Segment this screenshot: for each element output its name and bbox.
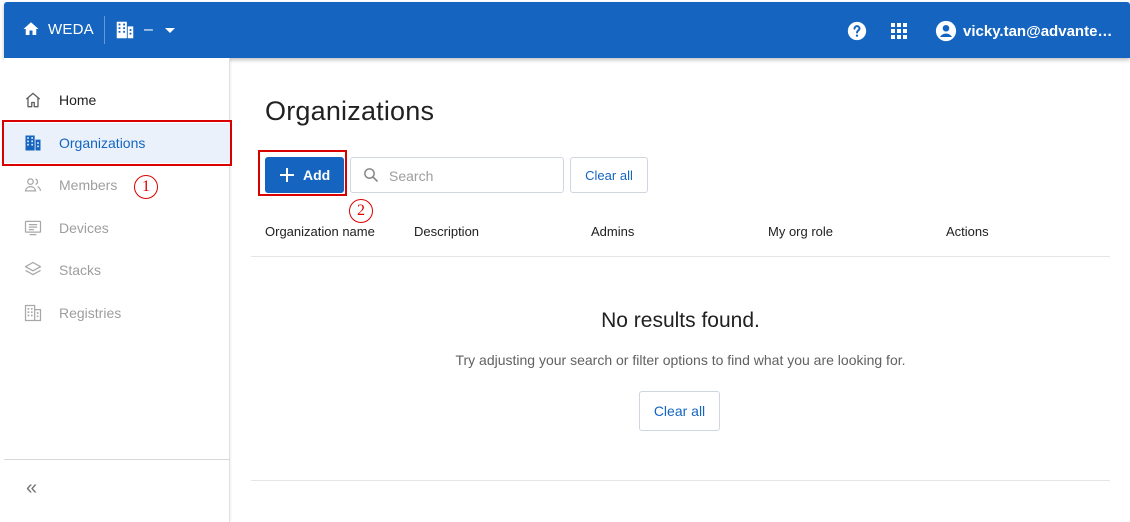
topbar-divider <box>104 16 105 44</box>
org-selector[interactable]: – <box>114 17 175 43</box>
org-selector-value: – <box>144 21 153 38</box>
sidebar-item-members[interactable]: Members <box>4 165 230 205</box>
sidebar-item-label: Stacks <box>59 262 102 278</box>
search-field[interactable] <box>350 157 564 193</box>
top-app-bar: WEDA – vicky.tan@advantec… <box>4 2 1130 58</box>
add-organization-button[interactable]: Add <box>265 157 344 193</box>
sidebar-item-registries[interactable]: Registries <box>4 293 230 333</box>
help-circle-icon[interactable] <box>847 21 867 41</box>
chevron-down-icon <box>164 27 175 33</box>
column-header-my-org-role[interactable]: My org role <box>768 224 833 239</box>
empty-state-subtitle: Try adjusting your search or filter opti… <box>455 352 906 368</box>
members-icon <box>24 178 42 192</box>
sidebar-item-stacks[interactable]: Stacks <box>4 250 230 290</box>
table-bottom-divider <box>251 480 1110 481</box>
table-header: Organization name Description Admins My … <box>251 212 1110 257</box>
layers-icon <box>24 261 42 276</box>
sidebar-item-home[interactable]: Home <box>4 80 230 120</box>
sidebar-item-label: Home <box>59 92 97 108</box>
column-header-actions: Actions <box>946 224 989 239</box>
collapse-sidebar-button[interactable]: « <box>26 478 37 498</box>
add-button-label: Add <box>303 167 331 183</box>
sidebar-item-devices[interactable]: Devices <box>4 208 230 248</box>
apps-grid-icon[interactable] <box>891 23 907 39</box>
registry-building-icon <box>24 304 42 322</box>
device-icon <box>24 220 42 236</box>
page-title: Organizations <box>265 96 435 126</box>
plus-icon <box>280 168 294 182</box>
sidebar-divider <box>4 459 230 460</box>
column-header-organization-name[interactable]: Organization name <box>265 224 375 239</box>
search-icon <box>364 168 378 182</box>
sidebar-item-label: Registries <box>59 305 122 321</box>
brand-name[interactable]: WEDA <box>48 21 94 38</box>
column-header-admins[interactable]: Admins <box>591 224 634 239</box>
building-icon <box>116 21 134 39</box>
sidebar-item-label: Members <box>59 177 118 193</box>
search-input[interactable] <box>389 166 557 186</box>
sidebar-item-label: Devices <box>59 220 109 236</box>
column-header-description[interactable]: Description <box>414 224 479 239</box>
account-circle-icon[interactable] <box>935 20 957 42</box>
clear-all-button[interactable]: Clear all <box>570 157 648 193</box>
annotation-step-1: 1 <box>134 175 158 199</box>
home-outline-icon <box>25 92 41 108</box>
annotation-highlight-organizations <box>2 120 232 166</box>
empty-state-title: No results found. <box>601 309 760 332</box>
user-email[interactable]: vicky.tan@advantec… <box>963 23 1113 40</box>
home-icon[interactable] <box>22 20 40 38</box>
empty-state-clear-all-button[interactable]: Clear all <box>639 391 720 431</box>
